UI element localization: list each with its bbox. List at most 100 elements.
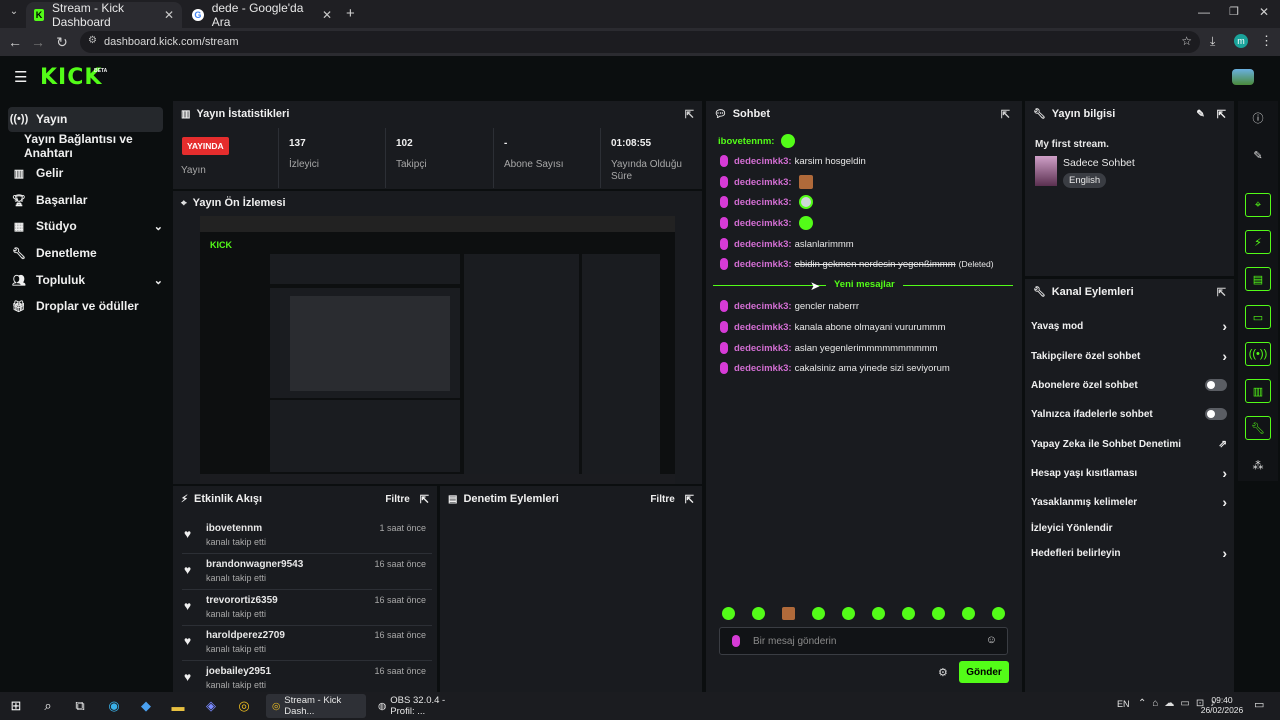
action-banned-words[interactable]: Yasaklanmış kelimeler › bbox=[1031, 492, 1227, 512]
feed-username[interactable]: joebailey2951 bbox=[206, 666, 271, 677]
chat-username[interactable]: dedecimkk3: bbox=[734, 322, 792, 333]
folder-icon[interactable]: ▬ bbox=[168, 696, 188, 716]
windows-start-icon[interactable]: ⊞ bbox=[6, 696, 26, 716]
site-info-icon[interactable]: ⚙ bbox=[88, 35, 97, 46]
emote-icon[interactable] bbox=[932, 607, 945, 620]
filter-button[interactable]: Filtre bbox=[650, 494, 674, 505]
popout-icon[interactable]: ⇱ bbox=[685, 493, 694, 506]
edit-pencil-icon[interactable]: ✎ bbox=[1243, 143, 1273, 167]
feed-username[interactable]: trevorortiz6359 bbox=[206, 595, 278, 606]
wrench-icon[interactable]: 🔧︎ bbox=[1245, 416, 1271, 440]
emote-icon[interactable] bbox=[872, 607, 885, 620]
address-bar[interactable]: ⚙ dashboard.kick.com/stream ☆ bbox=[80, 31, 1200, 53]
chat-username[interactable]: dedecimkk3: bbox=[734, 363, 792, 374]
bookmark-star-icon[interactable]: ☆ bbox=[1181, 34, 1192, 48]
feed-username[interactable]: ibovetennm bbox=[206, 523, 262, 534]
emote-icon[interactable] bbox=[962, 607, 975, 620]
chrome-icon[interactable]: ◎ bbox=[234, 696, 254, 716]
chat-username[interactable]: ibovetennm: bbox=[718, 136, 774, 147]
sidebar-item-denetleme[interactable]: 🔧︎ Denetleme bbox=[8, 240, 163, 266]
popout-icon[interactable]: ⇱ bbox=[1001, 108, 1010, 121]
reload-icon[interactable]: ↻ bbox=[52, 34, 72, 51]
lightning-icon[interactable]: ⚡︎ bbox=[1245, 230, 1271, 254]
popout-icon[interactable]: ⇱ bbox=[420, 493, 429, 506]
action-followers-only[interactable]: Takipçilere özel sohbet › bbox=[1031, 346, 1227, 366]
chat-settings-icon[interactable]: ⚙ bbox=[938, 666, 948, 679]
emote-icon[interactable] bbox=[722, 607, 735, 620]
language-indicator[interactable]: EN bbox=[1117, 699, 1130, 709]
popout-icon[interactable]: ⇱ bbox=[1217, 108, 1226, 121]
new-tab-icon[interactable]: + bbox=[346, 5, 355, 22]
emote-icon[interactable] bbox=[902, 607, 915, 620]
close-tab-icon[interactable]: ✕ bbox=[164, 8, 174, 22]
download-icon[interactable]: ⤓ bbox=[1210, 34, 1215, 49]
chat-username[interactable]: dedecimkk3: bbox=[734, 218, 792, 229]
action-ai-moderation[interactable]: Yapay Zeka ile Sohbet Denetimi ⇗ bbox=[1031, 434, 1227, 454]
preview-tool-icon[interactable]: ⌖ bbox=[1245, 193, 1271, 217]
action-slow-mode[interactable]: Yavaş mod › bbox=[1031, 316, 1227, 336]
close-window-icon[interactable]: ✕ bbox=[1259, 5, 1269, 19]
sidebar-item-basarilar[interactable]: 🏆︎ Başarılar bbox=[8, 187, 163, 213]
action-account-age[interactable]: Hesap yaşı kısıtlaması › bbox=[1031, 463, 1227, 483]
emote-icon[interactable] bbox=[992, 607, 1005, 620]
sidebar-item-topluluk[interactable]: 👥︎ Topluluk ⌄ bbox=[8, 267, 163, 293]
sidebar-item-droplar[interactable]: 🎁︎ Droplar ve ödüller bbox=[8, 293, 163, 319]
tab-search-icon[interactable]: ⌄ bbox=[4, 6, 24, 17]
hamburger-menu-icon[interactable]: ☰ bbox=[14, 68, 27, 86]
emote-quick-bar[interactable] bbox=[722, 607, 1012, 621]
sidebar-item-studyo[interactable]: ▦ Stüdyo ⌄ bbox=[8, 213, 163, 239]
action-raid[interactable]: İzleyici Yönlendir bbox=[1031, 518, 1227, 538]
edge-icon[interactable]: ◉ bbox=[104, 696, 124, 716]
restore-icon[interactable]: ❐ bbox=[1229, 5, 1239, 18]
app-icon[interactable]: ◆ bbox=[136, 696, 156, 716]
task-view-icon[interactable]: ⧉ bbox=[70, 696, 90, 716]
clock[interactable]: 09:40 26/02/2026 bbox=[1200, 695, 1244, 715]
chat-input[interactable]: Bir mesaj gönderin ☺ bbox=[719, 627, 1008, 655]
taskbar-app-obs[interactable]: ◍ OBS 32.0.4 - Profil: ... bbox=[372, 694, 472, 718]
emotes-only-toggle[interactable] bbox=[1205, 408, 1227, 420]
emote-icon[interactable] bbox=[782, 607, 795, 620]
action-goals[interactable]: Hedefleri belirleyin › bbox=[1031, 543, 1227, 563]
forward-icon[interactable]: → bbox=[28, 34, 48, 50]
send-button[interactable]: Gönder bbox=[959, 661, 1009, 683]
popout-icon[interactable]: ⇱ bbox=[685, 108, 694, 121]
notification-icon[interactable]: ▭ bbox=[1254, 698, 1264, 711]
user-avatar[interactable] bbox=[1232, 69, 1254, 85]
emote-icon[interactable] bbox=[842, 607, 855, 620]
chat-username[interactable]: dedecimkk3: bbox=[734, 301, 792, 312]
chat-username[interactable]: dedecimkk3: bbox=[734, 177, 792, 188]
browser-tab-active[interactable]: K Stream - Kick Dashboard ✕ bbox=[26, 1, 182, 29]
stream-preview-video[interactable]: KICK bbox=[200, 216, 675, 484]
chat-username[interactable]: dedecimkk3: bbox=[734, 156, 792, 167]
back-icon[interactable]: ← bbox=[5, 34, 25, 50]
edit-pencil-icon[interactable]: ✎ bbox=[1196, 109, 1204, 120]
emote-icon[interactable] bbox=[752, 607, 765, 620]
chat-username[interactable]: dedecimkk3: bbox=[734, 197, 792, 208]
emoji-picker-icon[interactable]: ☺ bbox=[986, 634, 997, 646]
info-icon[interactable]: ⓘ bbox=[1243, 106, 1273, 130]
search-icon[interactable]: ⌕ bbox=[38, 696, 58, 716]
chat-username[interactable]: dedecimkk3: bbox=[734, 343, 792, 354]
subscribers-only-toggle[interactable] bbox=[1205, 379, 1227, 391]
filter-button[interactable]: Filtre bbox=[385, 494, 409, 505]
minimize-icon[interactable]: — bbox=[1198, 5, 1210, 19]
feed-username[interactable]: haroldperez2709 bbox=[206, 630, 285, 641]
feed-username[interactable]: brandonwagner9543 bbox=[206, 559, 303, 570]
category-name[interactable]: Sadece Sohbet bbox=[1063, 157, 1135, 169]
chat-username[interactable]: dedecimkk3: bbox=[734, 239, 792, 250]
sidebar-item-stream-key[interactable]: Yayın Bağlantısı ve Anahtarı bbox=[24, 132, 174, 160]
broadcast-icon[interactable]: ((•)) bbox=[1245, 342, 1271, 366]
chat-icon[interactable]: ▭ bbox=[1245, 305, 1271, 329]
sidebar-item-gelir[interactable]: ▥ Gelir bbox=[8, 160, 163, 186]
chat-username[interactable]: dedecimkk3: bbox=[734, 259, 792, 270]
widgets-icon[interactable]: ⁂ bbox=[1243, 453, 1273, 477]
browser-tab[interactable]: G dede - Google'da Ara ✕ bbox=[184, 1, 340, 29]
browser-menu-icon[interactable]: ⋮ bbox=[1260, 33, 1273, 49]
app-icon[interactable]: ◈ bbox=[201, 696, 221, 716]
sidebar-item-yayin[interactable]: ((•)) Yayın bbox=[8, 106, 163, 132]
stats-icon[interactable]: ▥ bbox=[1245, 379, 1271, 403]
profile-avatar[interactable]: m bbox=[1234, 34, 1248, 48]
document-icon[interactable]: ▤ bbox=[1245, 267, 1271, 291]
taskbar-app-chrome[interactable]: ◎ Stream - Kick Dash... bbox=[266, 694, 366, 718]
close-tab-icon[interactable]: ✕ bbox=[322, 8, 332, 22]
